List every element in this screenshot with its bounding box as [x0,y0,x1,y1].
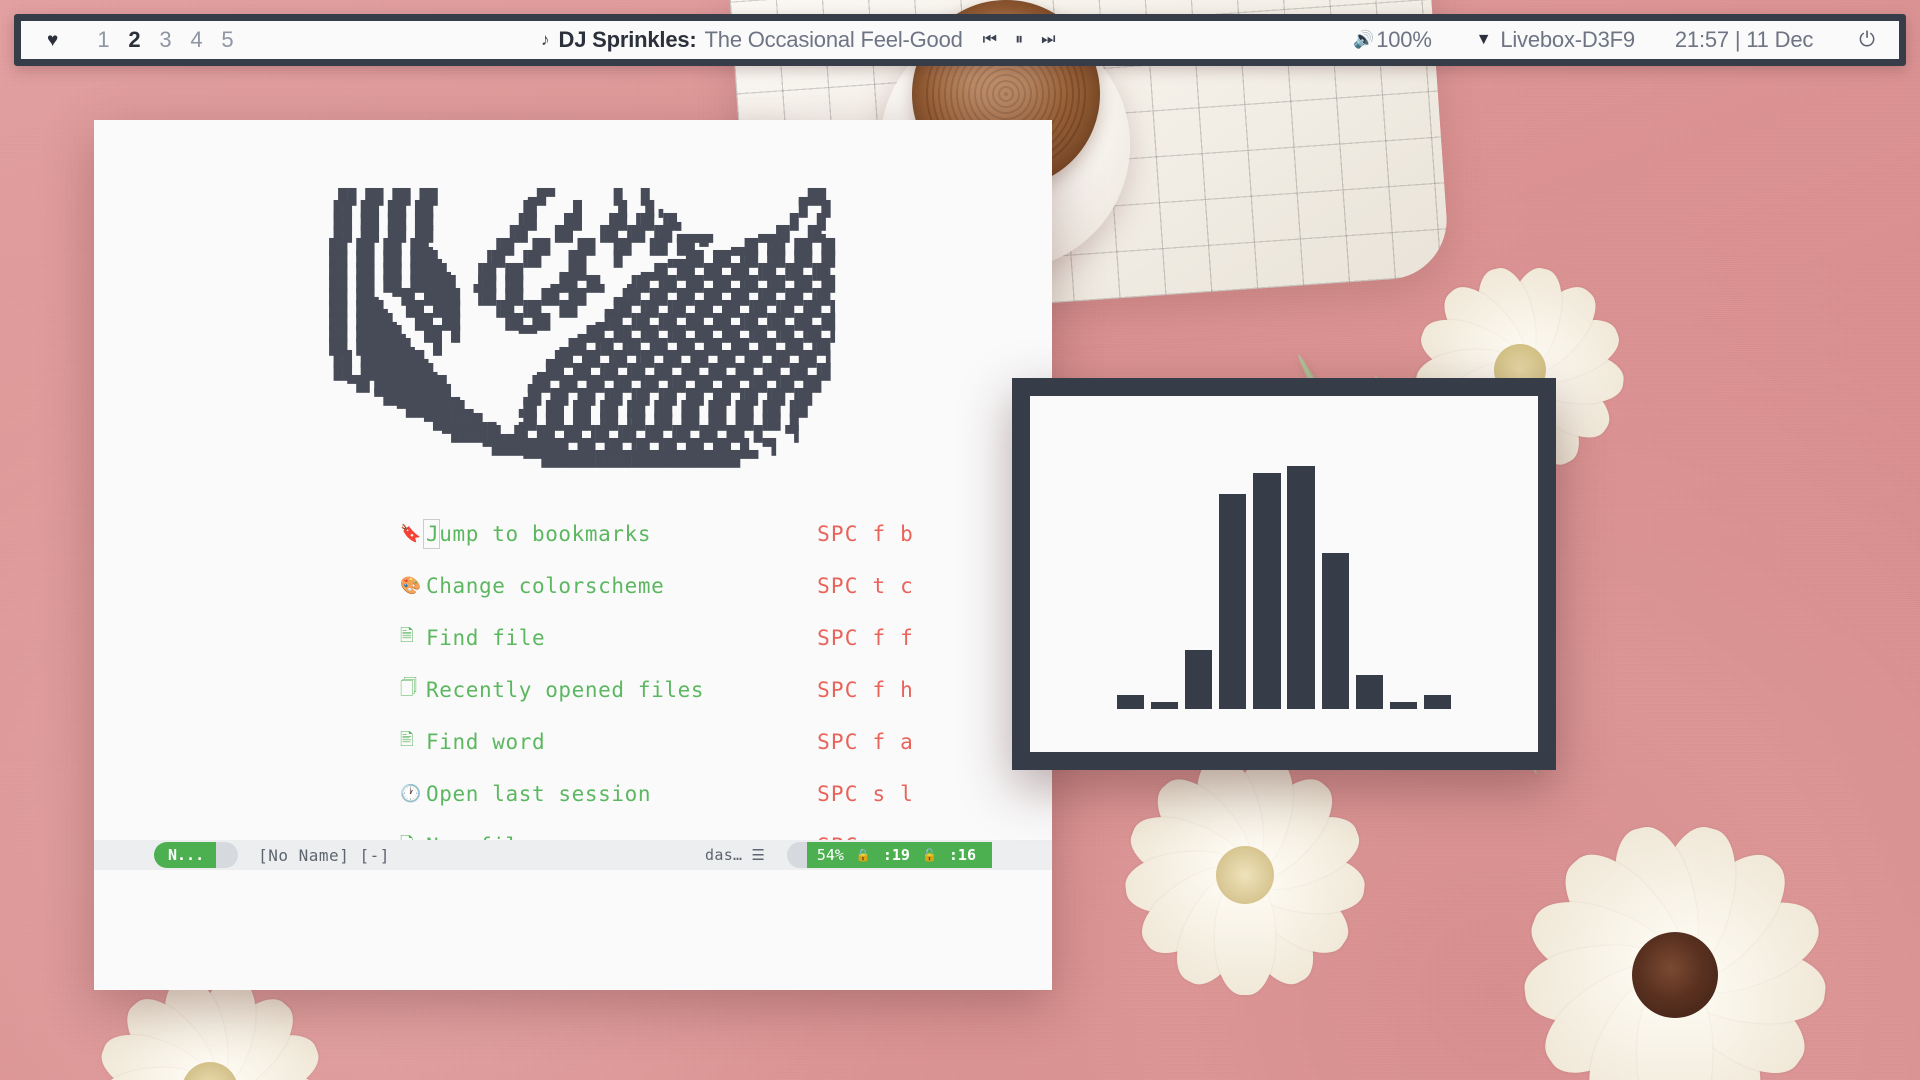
menu-shortcut: SPC f a [817,730,914,754]
network-ssid: Livebox-D3F9 [1500,27,1635,53]
menu-label: Find word [426,730,545,754]
workspace-4[interactable]: 4 [181,27,212,53]
media-controls[interactable]: ⏮ ⏸ ⏭ [983,32,1056,48]
word-search-icon: 🖹 [400,727,426,756]
status-progress: 54% 🔒 :19 🔓 :16 [787,842,992,868]
status-lsp-name: das… [705,846,742,864]
bar [1322,553,1349,709]
bar [1253,473,1280,709]
bar [1287,466,1314,709]
workspace-2[interactable]: 2 [119,27,150,53]
status-line: N... [No Name] [-] das… ☰ 54% 🔒 :19 🔓 :1… [94,840,1052,870]
volume-value: 100% [1376,27,1431,53]
workspace-1[interactable]: 1 [88,27,119,53]
workspace-5[interactable]: 5 [212,27,243,53]
status-mode-badge: N... [154,842,216,868]
status-right: das… ☰ 54% 🔒 :19 🔓 :16 [705,842,1052,868]
bar [1390,702,1417,709]
documents-icon: 🗍 [400,675,426,704]
top-bar: ♥ 1 2 3 4 5 ♪ DJ Sprinkles: The Occasion… [14,14,1906,66]
bar [1185,650,1212,709]
workspace-3[interactable]: 3 [150,27,181,53]
speaker-icon: 🔊 [1353,30,1374,50]
previous-track-icon[interactable]: ⏮ [983,32,997,48]
status-line-number: :19 [883,846,910,864]
network-indicator[interactable]: ▼ Livebox-D3F9 [1476,27,1635,53]
menu-shortcut: SPC s l [817,782,914,806]
heart-icon[interactable]: ♥ [47,31,58,50]
status-progress-head [787,842,807,868]
menu-item-recently-opened-files[interactable]: 🗍 Recently opened files SPC f h [400,664,914,716]
menu-shortcut: SPC f b [817,522,914,546]
palette-icon: 🎨 [400,576,426,596]
bar-chart [1071,432,1498,710]
status-progress-body: 54% 🔒 :19 🔓 :16 [807,842,992,868]
clock-icon: 🕐 [400,784,426,804]
menu-label: Change colorscheme [426,574,664,598]
workspace-switcher[interactable]: 1 2 3 4 5 [88,27,243,53]
top-bar-left: ♥ 1 2 3 4 5 [21,27,243,53]
lines-icon: ☰ [751,846,764,864]
neovim-window[interactable]: ██ ██ ██ ██ ▄█▀ ▐▌ ▐▌ ▄██ ██ ██ ██ ██ █▌… [94,120,1052,990]
now-playing-title: The Occasional Feel-Good [705,27,963,53]
menu-label: Find file [426,626,545,650]
clock[interactable]: 21:57 | 11 Dec [1675,27,1813,53]
dashboard-menu: 🔖 Jump to bookmarks SPC f b 🎨 Change col… [94,508,1052,872]
menu-shortcut: SPC f f [817,626,914,650]
chart-window[interactable] [1012,378,1556,770]
menu-item-find-word[interactable]: 🖹 Find word SPC f a [400,716,914,768]
line-number-icon: 🔒 [856,848,871,862]
bar [1117,695,1144,709]
status-filename: [No Name] [-] [258,846,390,865]
menu-item-open-last-session[interactable]: 🕐 Open last session SPC s l [400,768,914,820]
pause-icon[interactable]: ⏸ [1015,32,1023,48]
menu-label: Open last session [426,782,651,806]
now-playing-artist: DJ Sprinkles: [559,27,697,53]
bar [1151,702,1178,709]
bar [1356,675,1383,710]
file-icon: 🗎 [400,623,426,652]
wallpaper-flower [1530,830,1820,1080]
wallpaper-flower [1130,760,1360,990]
top-bar-right: 🔊 100% ▼ Livebox-D3F9 21:57 | 11 Dec ⏻ [1353,27,1899,53]
next-track-icon[interactable]: ⏭ [1041,32,1055,48]
status-mode-tail [216,842,238,868]
menu-item-change-colorscheme[interactable]: 🎨 Change colorscheme SPC t c [400,560,914,612]
media-widget: ♪ DJ Sprinkles: The Occasional Feel-Good… [243,27,1353,53]
status-percent: 54% [817,846,844,864]
menu-shortcut: SPC t c [817,574,914,598]
music-note-icon: ♪ [541,30,550,50]
power-icon[interactable]: ⏻ [1859,29,1875,52]
column-number-icon: 🔓 [922,848,937,862]
menu-label: Jump to bookmarks [426,522,651,546]
wifi-icon: ▼ [1476,31,1492,49]
menu-item-find-file[interactable]: 🗎 Find file SPC f f [400,612,914,664]
status-column-number: :16 [949,846,976,864]
volume-indicator[interactable]: 🔊 100% [1353,27,1431,53]
bar [1424,695,1451,709]
chart-canvas [1030,396,1538,752]
menu-item-jump-to-bookmarks[interactable]: 🔖 Jump to bookmarks SPC f b [400,508,914,560]
menu-shortcut: SPC f h [817,678,914,702]
menu-label: Recently opened files [426,678,704,702]
nvim-ascii-logo: ██ ██ ██ ██ ▄█▀ ▐▌ ▐▌ ▄██ ██ ██ ██ ██ █▌… [94,178,1052,466]
desktop: ♥ 1 2 3 4 5 ♪ DJ Sprinkles: The Occasion… [0,0,1920,1080]
bar [1219,494,1246,709]
